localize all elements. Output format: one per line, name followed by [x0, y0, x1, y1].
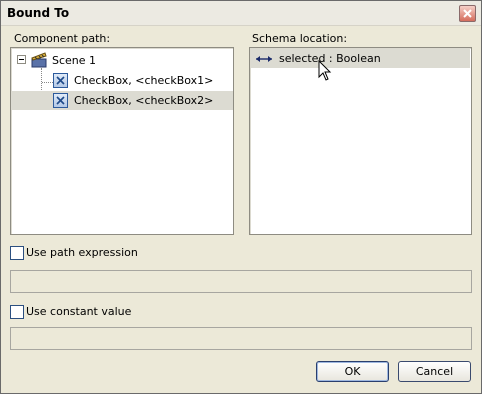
use-constant-value-label[interactable]: Use constant value [26, 305, 131, 318]
bidirectional-arrow-icon [256, 56, 272, 62]
cancel-button[interactable]: Cancel [398, 361, 471, 382]
use-path-expression-checkbox[interactable] [10, 246, 24, 260]
close-button[interactable] [459, 5, 476, 22]
schema-location-list[interactable]: selected : Boolean [249, 47, 472, 235]
component-path-label: Component path: [14, 32, 111, 45]
tree-item-checkbox1[interactable]: CheckBox, <checkBox1> [11, 71, 233, 90]
use-path-expression-label[interactable]: Use path expression [26, 246, 138, 259]
tree-item-label: CheckBox, <checkBox1> [74, 74, 214, 87]
use-constant-value-checkbox[interactable] [10, 305, 24, 319]
window-title: Bound To [7, 6, 70, 20]
scene-clapperboard-icon [31, 52, 47, 68]
title-bar: Bound To [1, 1, 481, 26]
ok-button[interactable]: OK [316, 361, 389, 382]
checkbox-component-icon [53, 93, 68, 108]
tree-item-label: CheckBox, <checkBox2> [74, 94, 214, 107]
tree-item-scene[interactable]: Scene 1 [11, 51, 233, 70]
constant-value-field[interactable] [10, 327, 472, 350]
checkbox-component-icon [53, 73, 68, 88]
tree-item-checkbox2[interactable]: CheckBox, <checkBox2> [11, 91, 233, 110]
schema-location-label: Schema location: [252, 32, 348, 45]
component-path-tree[interactable]: Scene 1 CheckBox, <checkBox1> CheckBox, … [10, 47, 234, 235]
close-icon [463, 9, 472, 18]
path-expression-field[interactable] [10, 270, 472, 293]
schema-item-selected[interactable]: selected : Boolean [251, 49, 470, 68]
bound-to-dialog: Bound To Component path: Scene 1 CheckBo… [0, 0, 482, 394]
mouse-cursor-icon [318, 60, 332, 81]
tree-item-label: Scene 1 [52, 54, 97, 67]
